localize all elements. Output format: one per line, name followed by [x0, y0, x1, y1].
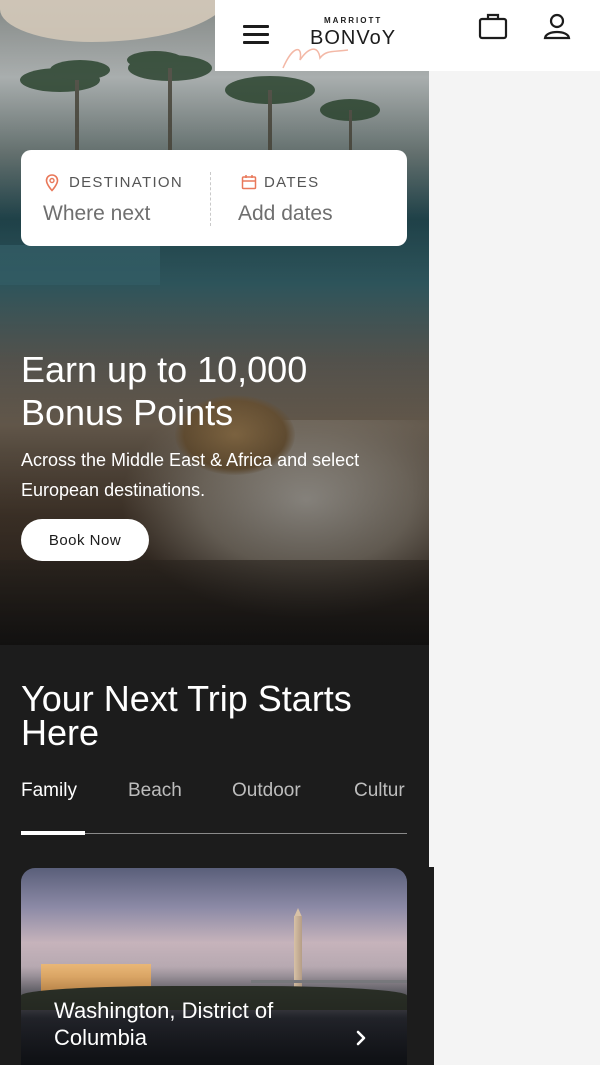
tab-beach[interactable]: Beach: [128, 780, 182, 802]
trip-category-tabs: Family Beach Outdoor Cultur: [21, 780, 407, 836]
marriott-bonvoy-logo[interactable]: MARRIOTT BONVoY: [282, 14, 418, 69]
search-divider: [210, 172, 211, 226]
promo-subtitle: Across the Middle East & Africa and sele…: [21, 450, 360, 500]
destination-label: DESTINATION: [69, 174, 184, 191]
tab-family[interactable]: Family: [21, 780, 77, 802]
active-tab-indicator: [21, 831, 85, 835]
promo-title: Earn up to 10,000 Bonus Points: [21, 349, 308, 433]
destination-field[interactable]: DESTINATION Where next: [21, 150, 211, 246]
site-header: MARRIOTT BONVoY: [215, 0, 600, 71]
logo-main-text: BONVoY: [310, 27, 397, 49]
trip-section-title: Your Next Trip Starts Here: [21, 678, 352, 753]
calendar-icon: [241, 175, 257, 190]
user-icon[interactable]: [542, 12, 572, 40]
destination-card[interactable]: Washington, District of Columbia: [21, 868, 407, 1065]
dates-label: DATES: [264, 174, 320, 191]
dates-input[interactable]: Add dates: [238, 202, 333, 226]
search-card: DESTINATION Where next DATES Add dates: [21, 150, 407, 246]
hamburger-menu-icon[interactable]: [243, 25, 269, 45]
chevron-right-icon[interactable]: [354, 1029, 368, 1047]
logo-top-text: MARRIOTT: [324, 16, 383, 25]
page: MARRIOTT BONVoY DESTINATION Where next D…: [0, 0, 600, 1065]
dates-field[interactable]: DATES Add dates: [217, 150, 407, 246]
map-pin-icon: [45, 174, 59, 192]
tab-culture[interactable]: Cultur: [354, 780, 405, 802]
card-title: Washington, District of Columbia: [54, 998, 274, 1050]
tab-outdoor[interactable]: Outdoor: [232, 780, 301, 802]
book-now-button[interactable]: Book Now: [21, 519, 149, 561]
destination-input[interactable]: Where next: [43, 202, 150, 226]
briefcase-icon[interactable]: [478, 12, 508, 40]
